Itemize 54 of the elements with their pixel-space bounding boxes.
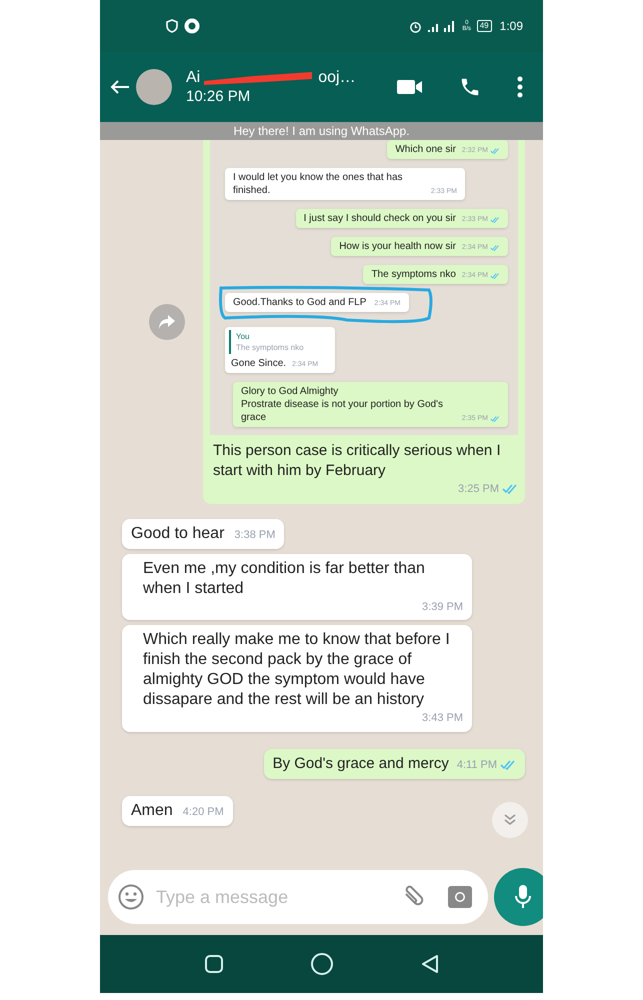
microphone-icon xyxy=(514,884,532,910)
camera-icon xyxy=(448,886,472,908)
triangle-icon xyxy=(420,954,438,974)
message-input[interactable]: Type a message xyxy=(156,884,388,910)
message-input-field[interactable]: Type a message xyxy=(108,870,488,924)
message-text: By God's grace and mercy xyxy=(272,754,449,774)
message-text: I would let you know the ones that has finished. xyxy=(233,171,404,197)
video-camera-icon xyxy=(397,79,423,95)
message-time: 3:39 PM xyxy=(422,600,463,614)
voice-call-button[interactable] xyxy=(459,76,481,98)
message-text: Good.Thanks to God and FLP xyxy=(233,296,366,309)
last-seen: 10:26 PM xyxy=(186,88,252,106)
microphone-button[interactable] xyxy=(494,868,543,926)
message-text: Glory to God Almighty Prostrate disease is not your portion by God's grace xyxy=(241,385,444,424)
square-icon xyxy=(204,955,222,973)
contact-name: Ai xyxy=(186,68,200,88)
quote-author: You xyxy=(236,331,250,342)
shield-icon xyxy=(166,19,178,33)
app-icon xyxy=(184,18,200,34)
contact-name: ooj… xyxy=(318,68,356,88)
message-text: Good to hear xyxy=(131,524,224,544)
menu-button[interactable] xyxy=(517,76,523,98)
emoji-icon xyxy=(118,884,144,910)
message-text: This person case is critically serious when I start with him by February xyxy=(212,441,502,481)
message-text: Which really make me to know that before I finish the second pack by the grace of almighty GOD the symptom would have dissapare and the rest will be an history xyxy=(143,630,451,710)
signal-icon xyxy=(426,20,457,32)
clock: 1:09 xyxy=(500,18,523,35)
recents-button[interactable] xyxy=(204,955,222,973)
contact-status-text: Hey there! I am using WhatsApp. xyxy=(233,123,410,140)
back-nav-button[interactable] xyxy=(420,954,438,974)
video-call-button[interactable] xyxy=(397,79,423,95)
message-text: I just say I should check on you sir xyxy=(304,212,456,225)
message-text: How is your health now sir xyxy=(339,240,456,253)
message-time: 4:20 PM xyxy=(182,805,224,820)
message-text: Amen xyxy=(131,800,173,820)
forward-icon xyxy=(159,314,175,329)
message-text: Even me ,my condition is far better than when I started xyxy=(143,558,426,598)
message-text: Gone Since. xyxy=(231,357,286,370)
quote-text: The symptoms nko xyxy=(236,342,305,353)
battery-indicator: 49 xyxy=(476,20,492,32)
circle-icon xyxy=(310,953,332,975)
message-time: 3:38 PM xyxy=(234,528,276,543)
home-button[interactable] xyxy=(310,953,332,975)
double-chevron-down-icon xyxy=(503,813,517,827)
phone-icon xyxy=(459,76,481,98)
back-arrow-icon xyxy=(110,79,130,95)
message-text: Which one sir xyxy=(395,143,456,156)
avatar xyxy=(136,69,172,105)
message-time: 3:43 PM xyxy=(422,711,463,726)
message-time: 4:11 PM xyxy=(456,758,497,773)
alarm-icon xyxy=(408,20,422,32)
more-options-icon xyxy=(517,76,523,98)
message-time: 3:25 PM xyxy=(458,482,499,497)
message-text: The symptoms nko xyxy=(371,268,456,281)
